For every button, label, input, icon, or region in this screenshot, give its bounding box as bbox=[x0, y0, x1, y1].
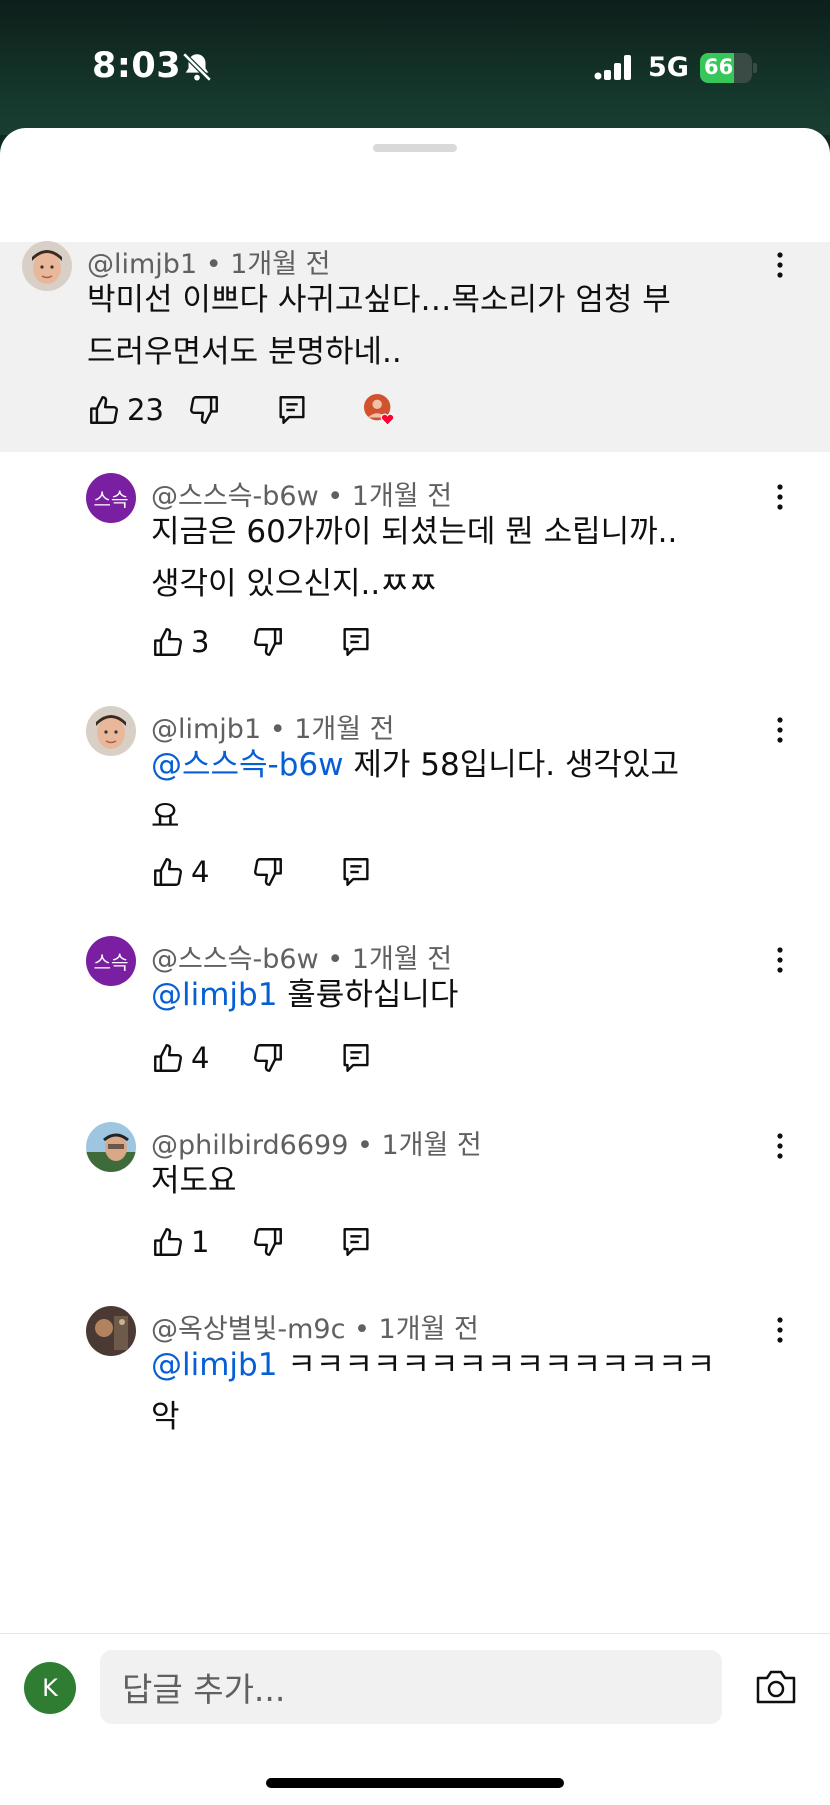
like-button[interactable]: 3 bbox=[151, 622, 209, 662]
avatar[interactable]: 스슥 bbox=[86, 936, 136, 986]
reply-button[interactable] bbox=[339, 622, 373, 662]
my-avatar: K bbox=[24, 1662, 76, 1714]
comment-text-span: 지금은 60가까이 되셨는데 뭔 소립니까.. bbox=[151, 514, 678, 550]
comment-actions: 1 bbox=[151, 1222, 551, 1262]
sheet-drag-handle[interactable] bbox=[373, 144, 457, 152]
reply-icon bbox=[279, 396, 305, 424]
like-count: 3 bbox=[191, 625, 210, 659]
comment-text-line: @limjb1 훌륭하십니다 bbox=[151, 969, 820, 1021]
avatar[interactable] bbox=[86, 1306, 136, 1356]
comment-text-line: 악 bbox=[151, 1391, 820, 1443]
reply-button[interactable] bbox=[339, 1222, 373, 1262]
avatar[interactable] bbox=[86, 1122, 136, 1172]
comment-text-span: 드러우면서도 분명하네.. bbox=[87, 334, 402, 370]
reply-input[interactable]: 답글 추가... bbox=[100, 1650, 722, 1724]
comment-text-line: 박미선 이쁘다 사귀고싶다…목소리가 엄청 부 bbox=[87, 274, 820, 326]
battery-level: 66 bbox=[704, 55, 734, 79]
bell-off-icon bbox=[182, 52, 212, 82]
comment-actions: 3 bbox=[151, 622, 551, 662]
avatar[interactable] bbox=[86, 706, 136, 756]
comment-text: @스스슥-b6w 제가 58입니다. 생각있고요 bbox=[151, 739, 820, 843]
mention-link[interactable]: @스스슥-b6w bbox=[151, 747, 344, 783]
comment-text-line: 저도요 bbox=[151, 1155, 820, 1207]
battery-icon: 66 bbox=[700, 53, 758, 83]
like-button[interactable]: 4 bbox=[151, 1038, 209, 1078]
comment-text-span: 요 bbox=[151, 799, 180, 835]
like-count: 4 bbox=[191, 1041, 210, 1075]
comment-text-line: 요 bbox=[151, 791, 820, 843]
like-count: 4 bbox=[191, 855, 210, 889]
like-button[interactable]: 1 bbox=[151, 1222, 209, 1262]
like-icon bbox=[154, 1044, 182, 1072]
creator-heart-icon bbox=[363, 393, 395, 426]
comment-text-span: 박미선 이쁘다 사귀고싶다…목소리가 엄청 부 bbox=[87, 282, 671, 318]
dislike-button[interactable] bbox=[251, 852, 285, 892]
comment-text-line: @스스슥-b6w 제가 58입니다. 생각있고 bbox=[151, 739, 820, 791]
avatar[interactable] bbox=[22, 241, 72, 291]
avatar-initials: 스슥 bbox=[93, 488, 129, 511]
dislike-button[interactable] bbox=[187, 390, 221, 430]
avatar-photo bbox=[86, 1306, 136, 1356]
dislike-icon bbox=[254, 1228, 282, 1256]
like-button[interactable]: 23 bbox=[87, 390, 164, 430]
like-button[interactable]: 4 bbox=[151, 852, 209, 892]
comment-text-line: 생각이 있으신지..ㅉㅉ bbox=[151, 558, 820, 610]
comment-text-span: ㅋㅋㅋㅋㅋㅋㅋㅋㅋㅋㅋㅋㅋㅋㅋ bbox=[277, 1347, 716, 1383]
dislike-icon bbox=[190, 396, 218, 424]
comment-text-span: 저도요 bbox=[151, 1163, 237, 1199]
reply-composer: K 답글 추가... bbox=[0, 1633, 830, 1805]
network-type: 5G bbox=[648, 52, 689, 83]
dislike-button[interactable] bbox=[251, 622, 285, 662]
like-icon bbox=[90, 396, 118, 424]
reply-button[interactable] bbox=[339, 1038, 373, 1078]
avatar-photo bbox=[86, 706, 136, 756]
comment-text-span: 생각이 있으신지..ㅉㅉ bbox=[151, 566, 438, 602]
status-time: 8:03 bbox=[92, 46, 182, 86]
avatar-initials: 스슥 bbox=[93, 951, 129, 974]
dislike-icon bbox=[254, 858, 282, 886]
comment-text: @limjb1 훌륭하십니다 bbox=[151, 969, 820, 1021]
avatar[interactable]: 스슥 bbox=[86, 473, 136, 523]
dislike-button[interactable] bbox=[251, 1222, 285, 1262]
avatar-photo bbox=[86, 1122, 136, 1172]
mention-link[interactable]: @limjb1 bbox=[151, 1347, 277, 1383]
reply-button[interactable] bbox=[275, 390, 309, 430]
camera-icon[interactable] bbox=[754, 1668, 798, 1706]
signal-icon bbox=[594, 55, 631, 80]
comment-actions: 23 bbox=[87, 390, 487, 430]
comment-text-line: 드러우면서도 분명하네.. bbox=[87, 326, 820, 378]
comment-text-line: @limjb1 ㅋㅋㅋㅋㅋㅋㅋㅋㅋㅋㅋㅋㅋㅋㅋ bbox=[151, 1339, 820, 1391]
home-indicator bbox=[266, 1778, 564, 1788]
reply-button[interactable] bbox=[339, 852, 373, 892]
comment-text: 박미선 이쁘다 사귀고싶다…목소리가 엄청 부드러우면서도 분명하네.. bbox=[87, 274, 820, 378]
avatar-photo bbox=[22, 241, 72, 291]
comment-actions: 4 bbox=[151, 1038, 551, 1078]
like-count: 1 bbox=[191, 1225, 210, 1259]
comment-text: @limjb1 ㅋㅋㅋㅋㅋㅋㅋㅋㅋㅋㅋㅋㅋㅋㅋ 악 bbox=[151, 1339, 820, 1443]
creator-heart bbox=[363, 390, 397, 430]
comment-text-span: 제가 58입니다. 생각있고 bbox=[343, 747, 680, 783]
reply-icon bbox=[343, 1044, 369, 1072]
comment-text-span: 훌륭하십니다 bbox=[277, 977, 459, 1013]
like-count: 23 bbox=[127, 393, 164, 427]
comment-text: 지금은 60가까이 되셨는데 뭔 소립니까.. 생각이 있으신지..ㅉㅉ bbox=[151, 506, 820, 610]
comment-actions: 4 bbox=[151, 852, 551, 892]
like-icon bbox=[154, 1228, 182, 1256]
reply-icon bbox=[343, 858, 369, 886]
like-icon bbox=[154, 858, 182, 886]
dislike-icon bbox=[254, 628, 282, 656]
dislike-button[interactable] bbox=[251, 1038, 285, 1078]
reply-icon bbox=[343, 1228, 369, 1256]
dislike-icon bbox=[254, 1044, 282, 1072]
comment-text: 저도요 bbox=[151, 1155, 820, 1207]
comment-text-span: 악 bbox=[151, 1399, 180, 1435]
like-icon bbox=[154, 628, 182, 656]
mention-link[interactable]: @limjb1 bbox=[151, 977, 277, 1013]
reply-icon bbox=[343, 628, 369, 656]
status-bar: 8:03 5G 66 bbox=[0, 0, 830, 135]
comment-text-line: 지금은 60가까이 되셨는데 뭔 소립니까.. bbox=[151, 506, 820, 558]
